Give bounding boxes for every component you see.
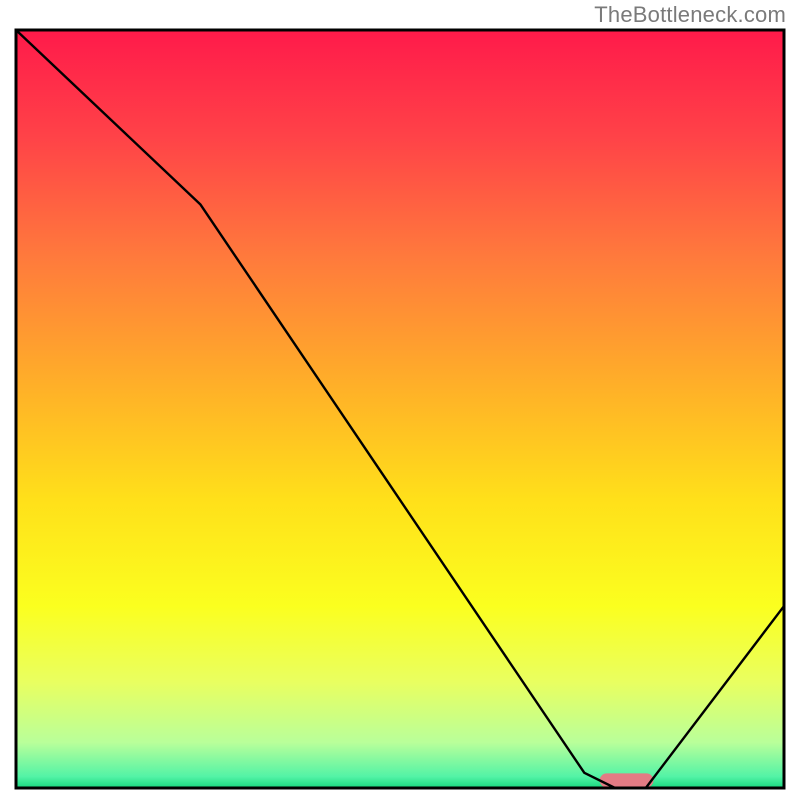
bottleneck-chart: [14, 28, 786, 790]
chart-wrapper: TheBottleneck.com: [0, 0, 800, 800]
attribution-text: TheBottleneck.com: [594, 2, 786, 28]
chart-svg: [14, 28, 786, 790]
gradient-background: [16, 30, 784, 788]
